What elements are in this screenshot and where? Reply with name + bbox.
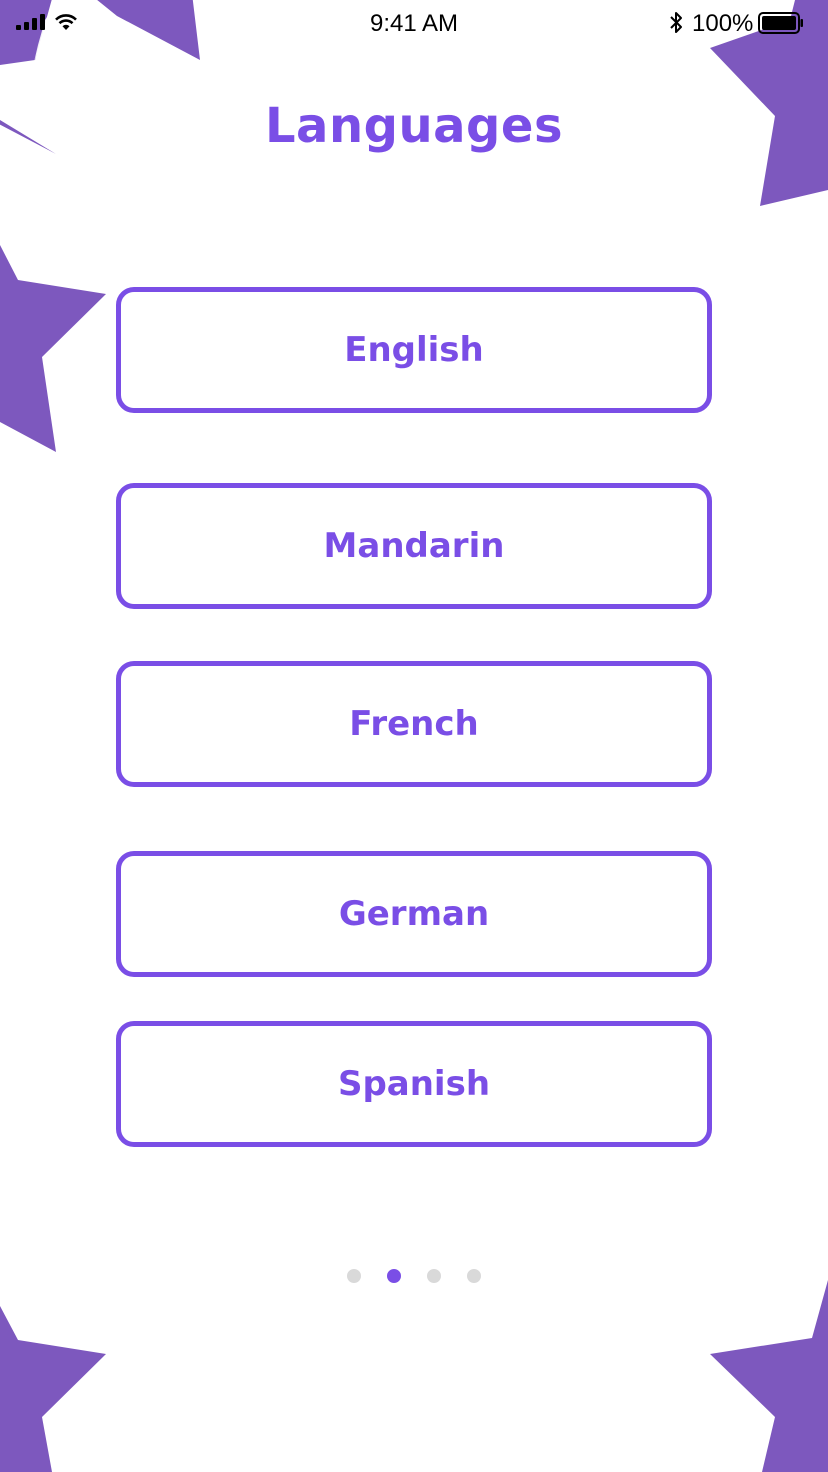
language-button-german[interactable]: German <box>116 851 712 977</box>
language-button-mandarin[interactable]: Mandarin <box>116 483 712 609</box>
status-bar: 9:41 AM 100% <box>0 0 828 50</box>
battery-percent: 100% <box>692 10 754 37</box>
bluetooth-icon <box>670 12 682 33</box>
language-button-spanish[interactable]: Spanish <box>116 1021 712 1147</box>
language-button-french[interactable]: French <box>116 661 712 787</box>
page-dot-3[interactable] <box>427 1269 441 1283</box>
star-bottom-left-icon <box>0 1306 106 1472</box>
language-button-english[interactable]: English <box>116 287 712 413</box>
page-title: Languages <box>264 98 564 154</box>
star-bottom-right-icon <box>710 1280 828 1472</box>
page-indicator <box>0 1269 828 1283</box>
battery-icon <box>758 12 803 34</box>
page-dot-4[interactable] <box>467 1269 481 1283</box>
page-dot-1[interactable] <box>347 1269 361 1283</box>
star-mid-left-icon <box>0 245 106 452</box>
page-dot-2[interactable] <box>387 1269 401 1283</box>
